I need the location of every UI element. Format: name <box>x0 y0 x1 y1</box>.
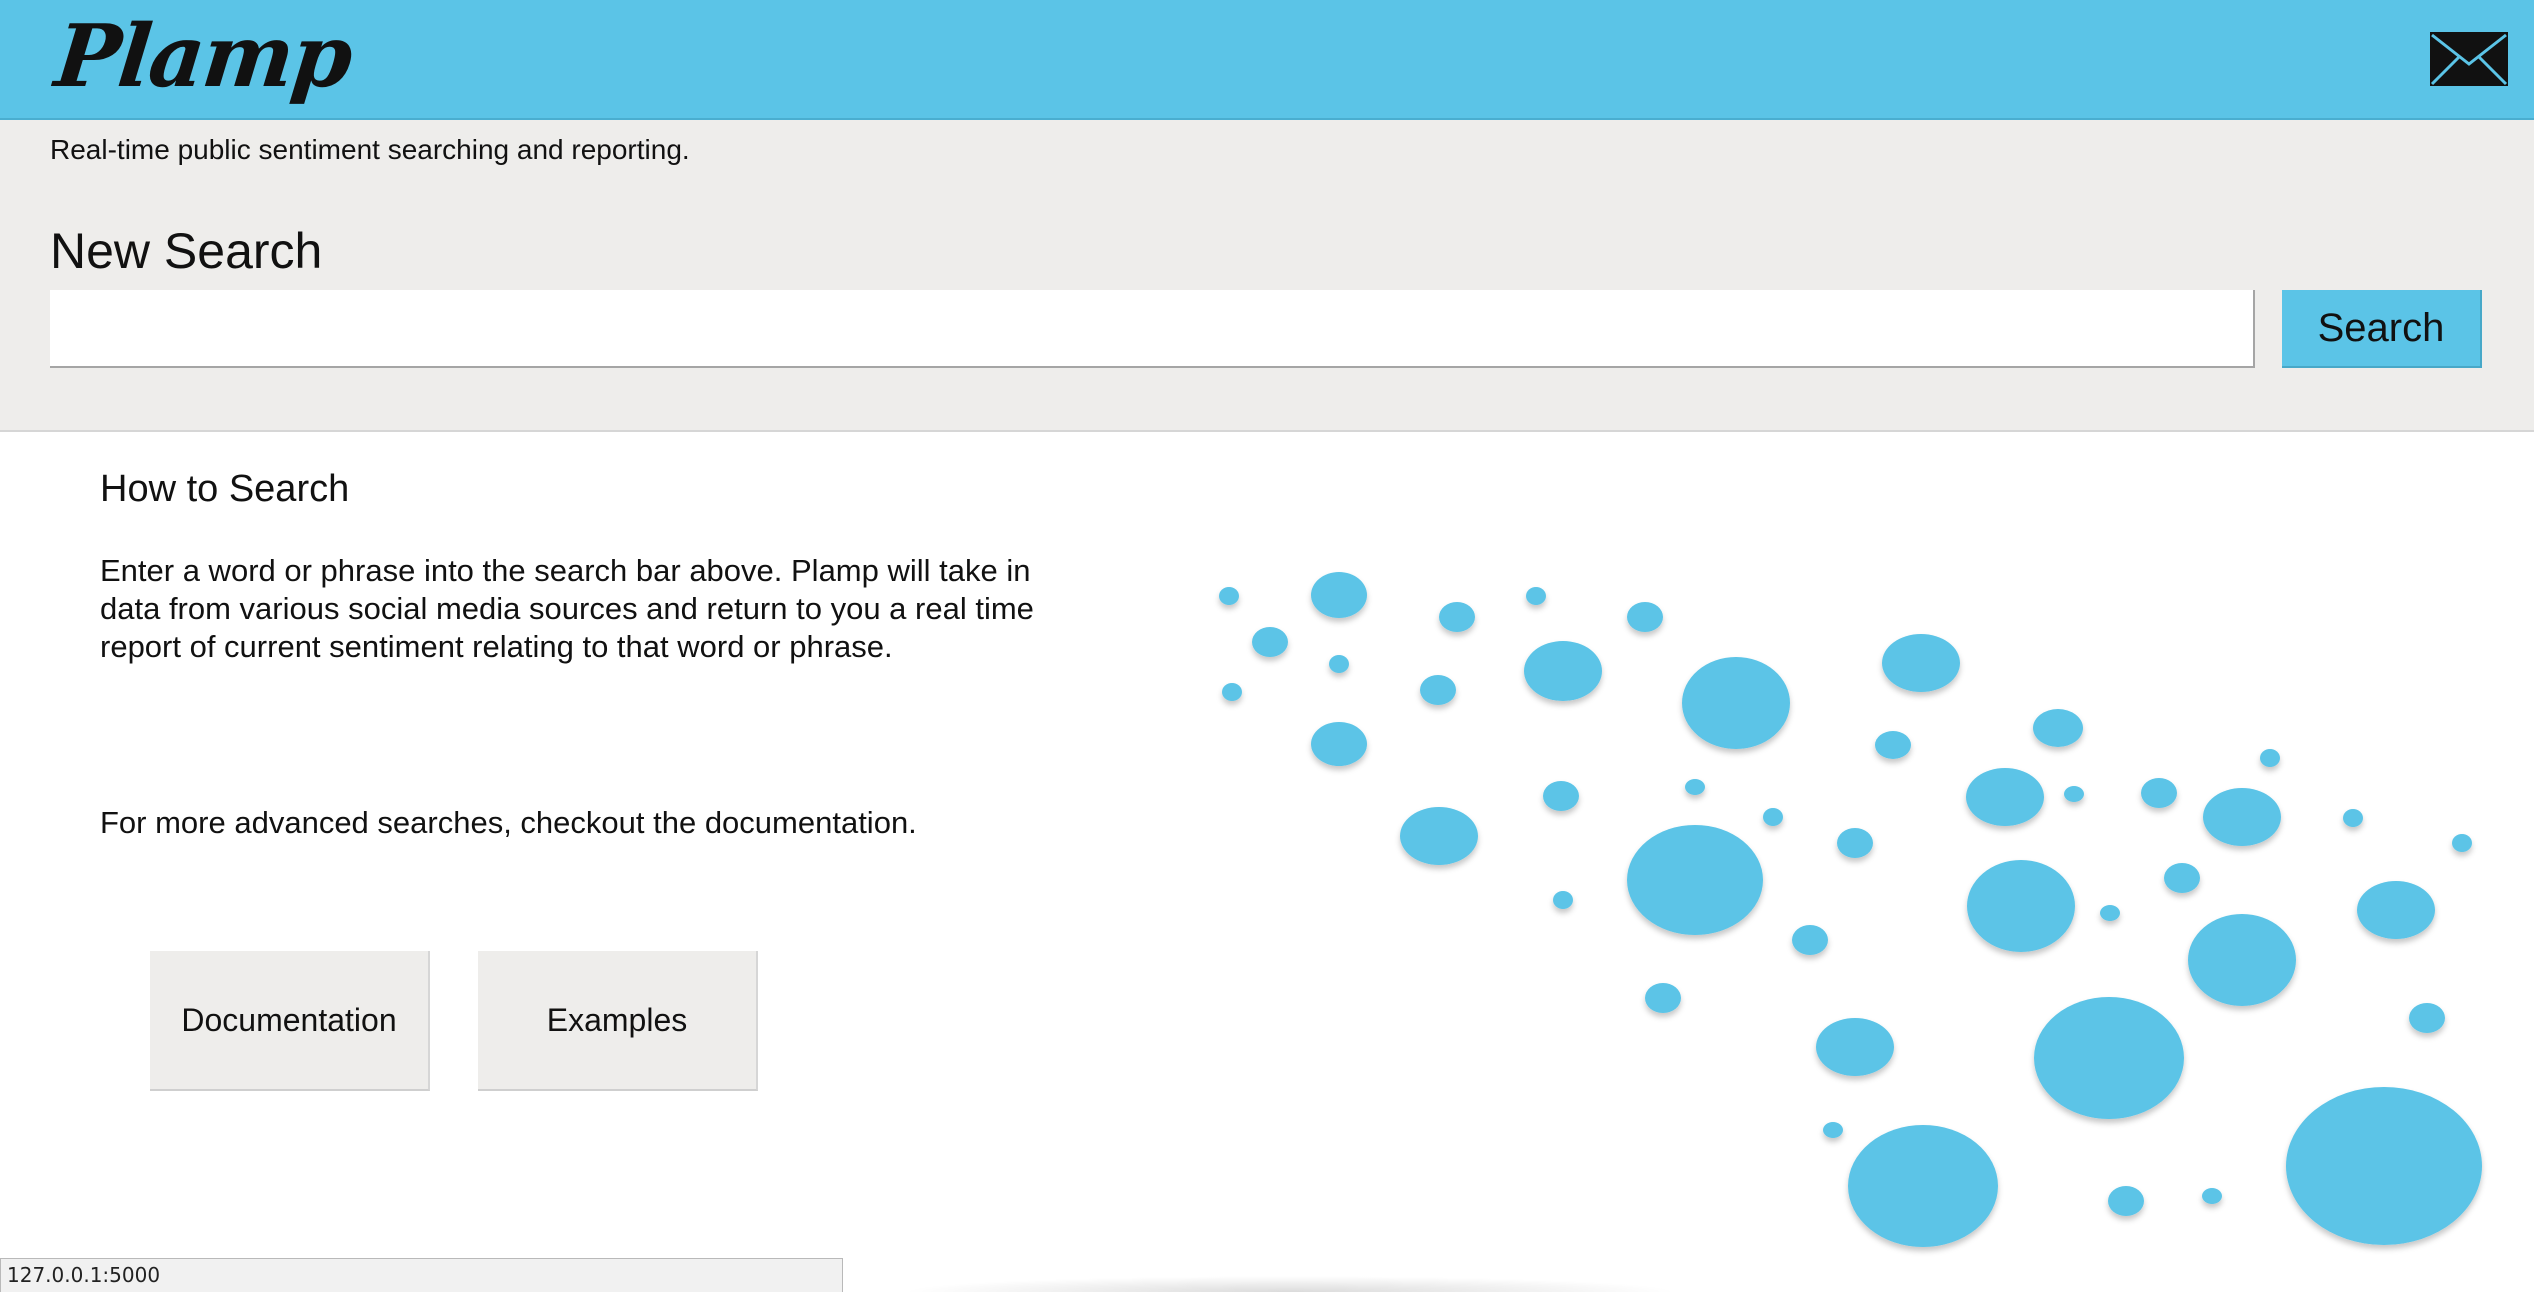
browser-status-bar: 127.0.0.1:5000 <box>0 1258 843 1292</box>
how-to-search-description: Enter a word or phrase into the search b… <box>100 553 1034 664</box>
tagline: Real-time public sentiment searching and… <box>50 134 690 165</box>
decorative-bubbles-graphic <box>1219 572 2482 1247</box>
envelope-icon[interactable] <box>2428 30 2510 88</box>
search-input[interactable] <box>50 290 2255 368</box>
app-logo[interactable]: Plamp <box>51 6 356 107</box>
examples-button[interactable]: Examples <box>478 951 758 1091</box>
advanced-search-note: For more advanced searches, checkout the… <box>100 805 917 840</box>
search-button[interactable]: Search <box>2282 290 2482 368</box>
search-panel: Real-time public sentiment searching and… <box>0 120 2534 432</box>
documentation-button[interactable]: Documentation <box>150 951 430 1091</box>
new-search-title: New Search <box>50 223 323 279</box>
bottom-shadow <box>900 1276 1680 1292</box>
app-header: Plamp <box>0 0 2534 120</box>
how-to-search-title: How to Search <box>100 468 350 510</box>
